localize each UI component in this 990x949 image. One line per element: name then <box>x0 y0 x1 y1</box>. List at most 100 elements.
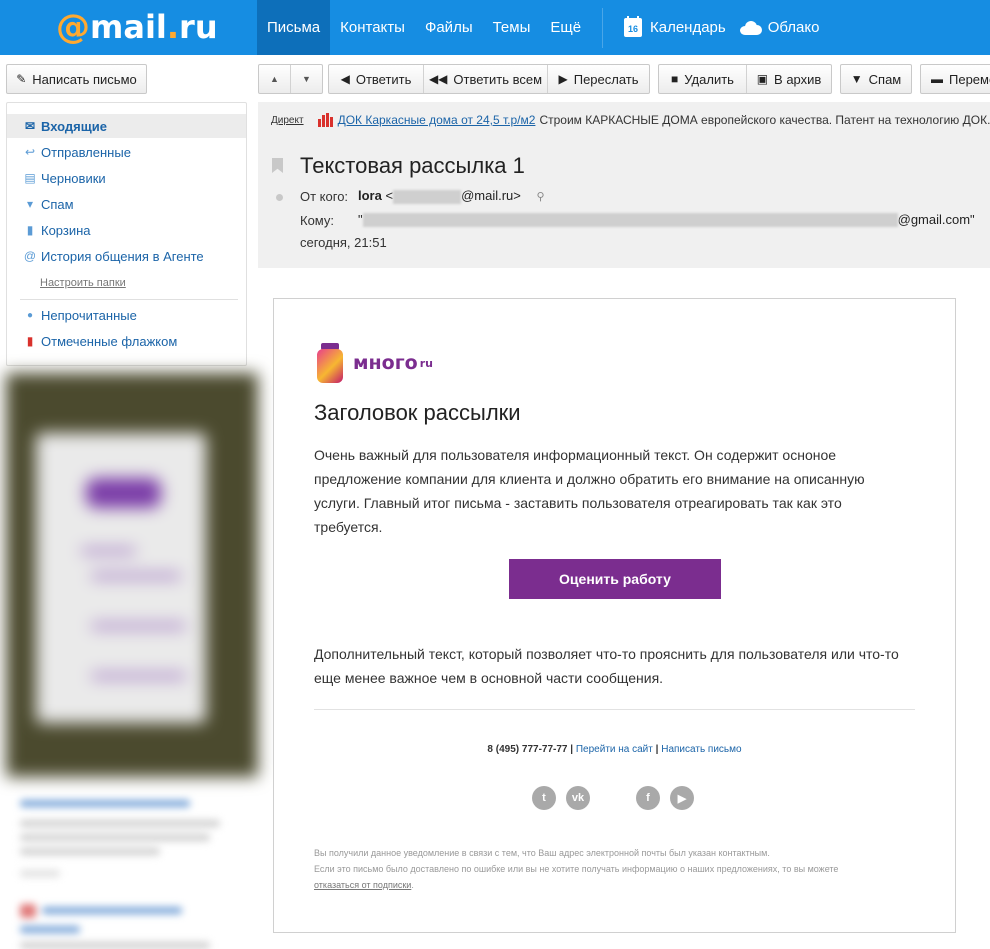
prev-message-button[interactable]: ▲ <box>259 65 291 93</box>
reply-all-label: Ответить всем <box>453 71 543 87</box>
archive-icon: ▣ <box>756 72 769 86</box>
footer-end: . <box>411 880 414 890</box>
vk-icon[interactable]: vk <box>566 786 590 810</box>
sender-prefix: < <box>385 188 394 203</box>
redacted-sender <box>393 189 462 204</box>
recipient-domain: @gmail.com" <box>897 212 975 227</box>
facebook-icon[interactable]: f <box>636 786 660 810</box>
nav-letters[interactable]: Письма <box>257 0 331 55</box>
mailru-logo[interactable]: @ mail . ru <box>56 9 218 45</box>
compose-button[interactable]: ✎ Написать письмо <box>6 64 147 94</box>
flag-icon[interactable] <box>272 158 283 173</box>
folder-list: ✉ Входящие ↩ Отправленные ▤ Черновики ▾ … <box>6 102 247 366</box>
spam-button[interactable]: ▼ Спам <box>840 64 912 94</box>
folder-icon: ▬ <box>931 72 943 86</box>
redacted-recipients <box>362 212 898 227</box>
cloud-icon <box>739 20 762 35</box>
filter-unread[interactable]: ● Непрочитанные <box>7 303 246 327</box>
nav-cloud[interactable]: Облако <box>739 19 819 36</box>
direct-label[interactable]: Директ <box>271 115 304 126</box>
search-icon[interactable]: ⚲ <box>536 191 544 203</box>
filter-label: Непрочитанные <box>41 307 137 323</box>
footer-line-3: отказаться от подписки. <box>314 877 914 893</box>
calendar-icon: 16 <box>624 16 642 37</box>
brand-name: много <box>353 352 418 374</box>
twitter-icon[interactable]: t <box>532 786 556 810</box>
archive-label: В архив <box>774 71 822 87</box>
configure-folders-link[interactable]: Настроить папки <box>40 277 126 289</box>
compose-label: Написать письмо <box>32 71 137 87</box>
unread-dot-icon: ● <box>26 309 34 321</box>
ad-line <box>20 800 190 807</box>
folder-label: Корзина <box>41 222 91 238</box>
trash-icon: ▮ <box>26 223 34 237</box>
folder-sent[interactable]: ↩ Отправленные <box>7 140 246 164</box>
read-status-icon[interactable] <box>276 194 283 201</box>
sidebar-ad-list[interactable] <box>14 790 234 949</box>
archive-button[interactable]: ▣ В архив <box>747 65 831 93</box>
folder-trash[interactable]: ▮ Корзина <box>7 218 246 242</box>
forward-button[interactable]: ▶ Переслать <box>548 65 649 93</box>
jar-logo-icon <box>317 343 343 383</box>
ad-line <box>42 907 182 914</box>
arrow-up-icon: ▲ <box>270 74 279 84</box>
email-footer: Вы получили данное уведомление в связи с… <box>314 845 914 893</box>
folder-inbox[interactable]: ✉ Входящие <box>7 114 246 138</box>
sidebar-ad-banner[interactable] <box>6 373 258 777</box>
separator: | <box>655 744 659 755</box>
folder-agent-history[interactable]: @ История общения в Агенте <box>7 244 246 268</box>
sender-domain: @mail.ru> <box>461 188 521 203</box>
footer-line-2: Если это письмо было доставлено по ошибк… <box>314 864 839 874</box>
folder-drafts[interactable]: ▤ Черновики <box>7 166 246 190</box>
logo-mail: mail <box>90 8 167 46</box>
ad-line <box>20 942 210 949</box>
email-heading: Заголовок рассылки <box>314 400 521 425</box>
reply-button[interactable]: ◀ Ответить <box>329 65 424 93</box>
separator: | <box>570 744 574 755</box>
ad-image-line <box>91 623 186 629</box>
main-nav: Письма Контакты Файлы Темы Ещё <box>257 0 591 55</box>
from-label: От кого: <box>300 189 349 204</box>
nav-themes[interactable]: Темы <box>483 0 541 55</box>
nav-calendar[interactable]: 16 Календарь <box>624 16 726 37</box>
nav-services: 16 Календарь Облако <box>624 0 819 55</box>
delete-button[interactable]: ■ Удалить <box>659 65 747 93</box>
reply-all-button[interactable]: ◀◀ Ответить всем <box>424 65 548 93</box>
pencil-icon: ✎ <box>16 72 27 86</box>
social-links: t vk f ▶ <box>532 786 702 810</box>
ad-image-pill <box>86 478 161 508</box>
message-date: сегодня, 21:51 <box>300 235 387 250</box>
from-value[interactable]: lora < @mail.ru> ⚲ <box>358 188 545 204</box>
trash-icon: ■ <box>671 72 679 86</box>
folder-label: Входящие <box>41 118 107 134</box>
folder-label: Спам <box>41 196 74 212</box>
thumbs-down-icon: ▾ <box>26 197 34 211</box>
forward-label: Переслать <box>573 71 639 87</box>
brand-logo[interactable]: много ru <box>317 343 433 383</box>
ad-line <box>20 820 220 827</box>
next-message-button[interactable]: ▼ <box>291 65 322 93</box>
unsubscribe-link[interactable]: отказаться от подписки <box>314 880 411 890</box>
to-value[interactable]: " @gmail.com" <box>358 212 978 227</box>
nav-contacts[interactable]: Контакты <box>330 0 415 55</box>
email-contacts: 8 (495) 777-77-77 | Перейти на сайт | На… <box>274 744 955 755</box>
move-button[interactable]: ▬ Переместить <box>920 64 990 94</box>
go-to-site-link[interactable]: Перейти на сайт <box>576 744 653 755</box>
nav-files[interactable]: Файлы <box>415 0 483 55</box>
footer-line-1: Вы получили данное уведомление в связи с… <box>314 848 770 858</box>
filter-flagged[interactable]: ▮ Отмеченные флажком <box>7 329 246 353</box>
email-divider <box>314 709 915 710</box>
rate-work-button[interactable]: Оценить работу <box>509 559 721 599</box>
ad-line <box>20 926 80 933</box>
nav-more[interactable]: Ещё <box>540 0 591 55</box>
message-subject: Текстовая рассылка 1 <box>300 153 525 178</box>
ad-link[interactable]: ДОК Каркасные дома от 24,5 т.р/м2 <box>338 113 536 127</box>
youtube-icon[interactable]: ▶ <box>670 786 694 810</box>
move-label: Переместить <box>949 71 990 87</box>
folder-spam[interactable]: ▾ Спам <box>7 192 246 216</box>
ad-image-line <box>81 548 136 554</box>
ad-line <box>20 904 36 918</box>
top-bar: @ mail . ru Письма Контакты Файлы Темы Е… <box>0 0 990 55</box>
delete-archive-group: ■ Удалить ▣ В архив <box>658 64 832 94</box>
write-letter-link[interactable]: Написать письмо <box>661 744 741 755</box>
